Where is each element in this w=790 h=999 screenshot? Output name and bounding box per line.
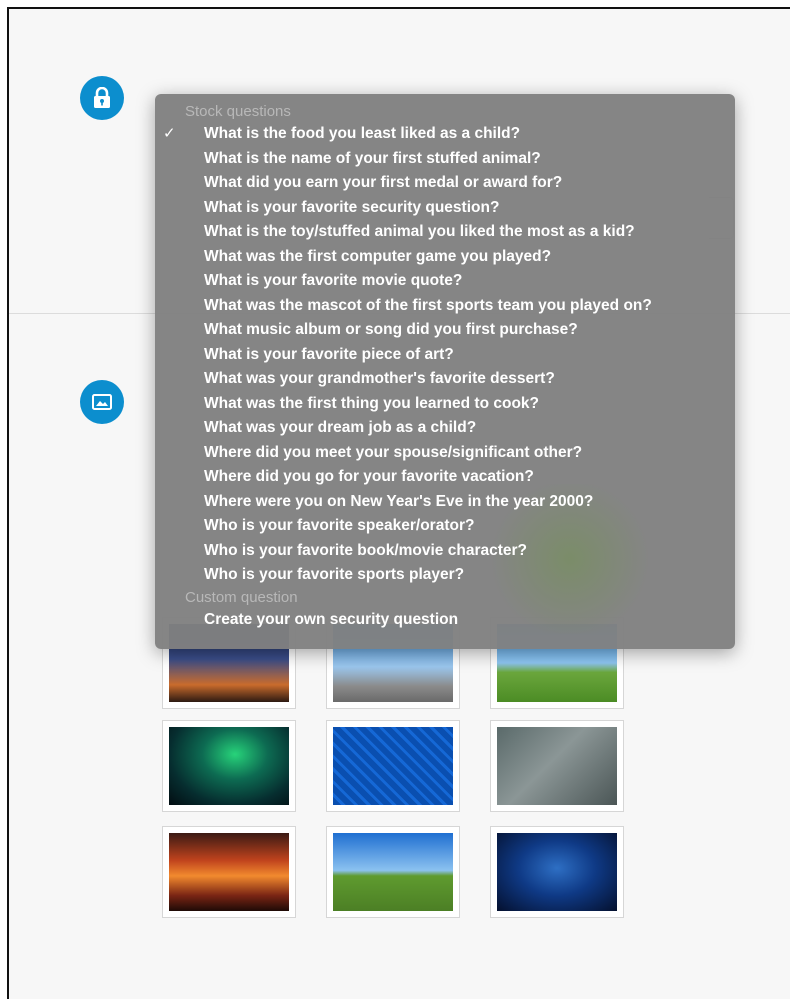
question-option[interactable]: ✓ What is the food you least liked as a …	[155, 122, 735, 147]
image-option-aurora[interactable]	[162, 720, 296, 812]
checkmark-icon: ✓	[163, 125, 176, 142]
image-option-circuit-board[interactable]	[326, 720, 460, 812]
question-option[interactable]: What is the name of your first stuffed a…	[155, 147, 735, 172]
image-option-stingray[interactable]	[490, 826, 624, 918]
image-option-robot[interactable]	[490, 720, 624, 812]
question-option[interactable]: What is your favorite piece of art?	[155, 343, 735, 368]
question-option[interactable]: What is your favorite security question?	[155, 196, 735, 221]
question-option[interactable]: Where were you on New Year's Eve in the …	[155, 490, 735, 515]
question-option-label: What is the food you least liked as a ch…	[204, 125, 521, 142]
question-option[interactable]: What was your grandmother's favorite des…	[155, 367, 735, 392]
image-option-sunset-clouds[interactable]	[162, 826, 296, 918]
create-custom-question-option[interactable]: Create your own security question	[155, 608, 735, 633]
question-option[interactable]: What was your dream job as a child?	[155, 416, 735, 441]
question-option[interactable]: Where did you go for your favorite vacat…	[155, 465, 735, 490]
road-image	[333, 833, 453, 911]
question-option[interactable]: What music album or song did you first p…	[155, 318, 735, 343]
security-question-dropdown[interactable]: Stock questions ✓ What is the food you l…	[155, 94, 735, 649]
question-option[interactable]: What was the first computer game you pla…	[155, 245, 735, 270]
lock-icon	[80, 76, 124, 120]
question-option[interactable]: What was the mascot of the first sports …	[155, 294, 735, 319]
question-option[interactable]: What was the first thing you learned to …	[155, 392, 735, 417]
question-option[interactable]: Where did you meet your spouse/significa…	[155, 441, 735, 466]
question-option[interactable]: Who is your favorite speaker/orator?	[155, 514, 735, 539]
custom-question-header: Custom question	[185, 588, 298, 606]
question-option[interactable]: Who is your favorite sports player?	[155, 563, 735, 588]
robot-image	[497, 727, 617, 805]
question-option[interactable]: Who is your favorite book/movie characte…	[155, 539, 735, 564]
stingray-image	[497, 833, 617, 911]
image-option-road[interactable]	[326, 826, 460, 918]
picture-icon	[80, 380, 124, 424]
security-settings-panel: Stock questions ✓ What is the food you l…	[7, 7, 790, 999]
question-option[interactable]: What is the toy/stuffed animal you liked…	[155, 220, 735, 245]
aurora-image	[169, 727, 289, 805]
question-option[interactable]: What is your favorite movie quote?	[155, 269, 735, 294]
circuit-board-image	[333, 727, 453, 805]
stock-questions-header: Stock questions	[185, 103, 291, 120]
question-option[interactable]: What did you earn your first medal or aw…	[155, 171, 735, 196]
sunset-clouds-image	[169, 833, 289, 911]
